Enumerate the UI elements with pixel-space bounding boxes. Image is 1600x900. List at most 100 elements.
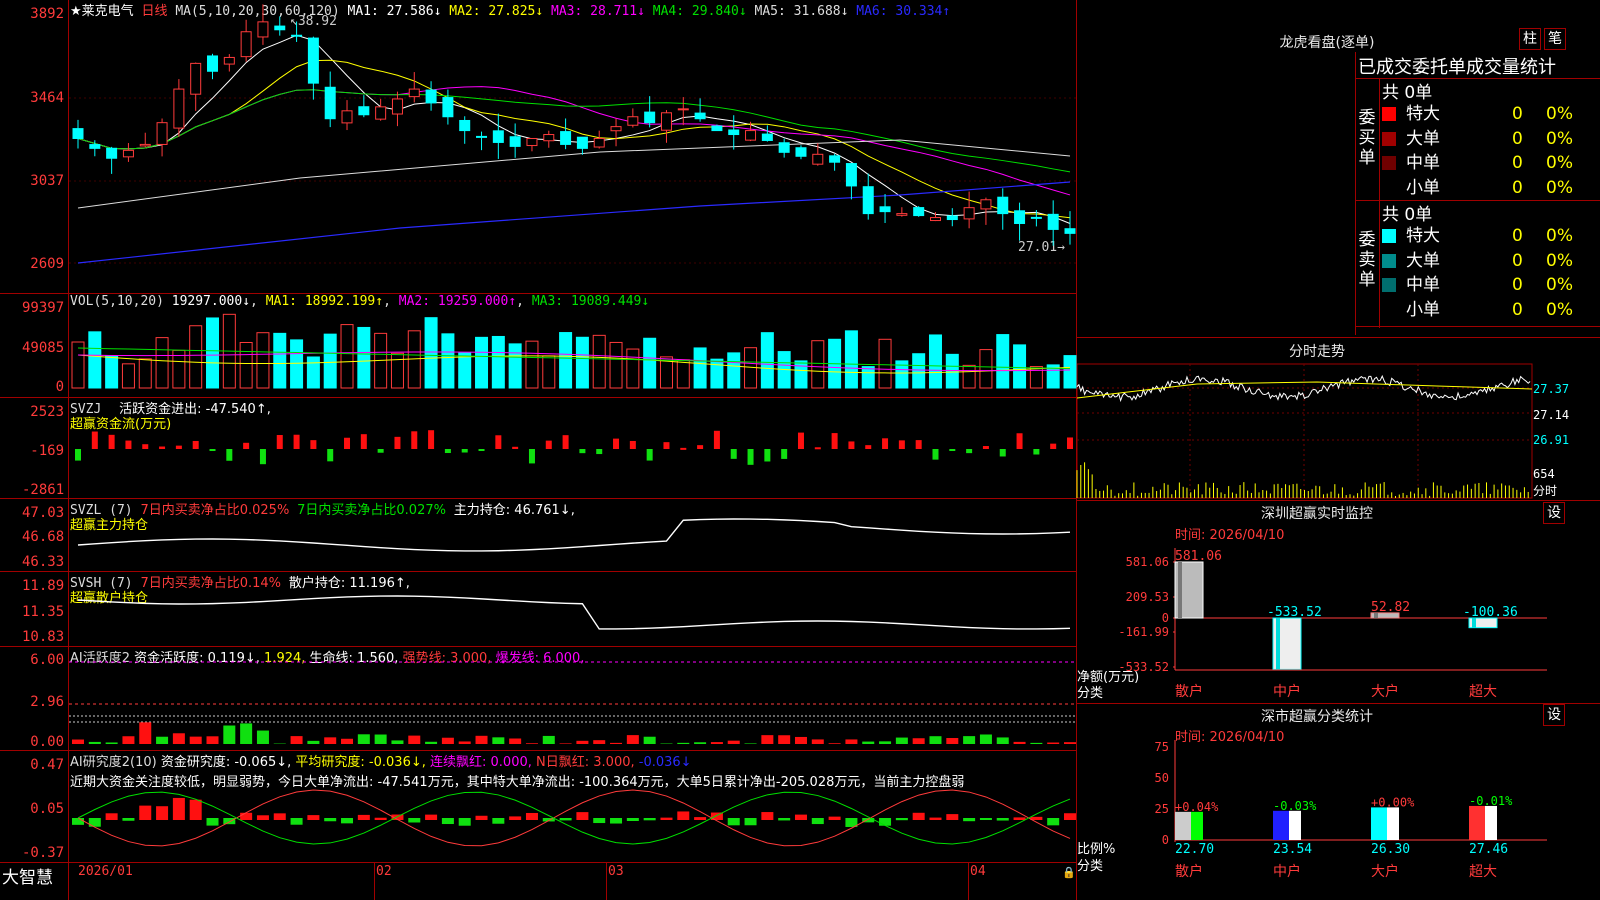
research-bar — [256, 815, 269, 820]
volume-bar — [559, 332, 573, 389]
research-bar — [324, 818, 337, 822]
research-bar — [290, 818, 303, 825]
flow-bar — [848, 441, 855, 449]
monitor-cat-label: 中户 — [1273, 683, 1301, 700]
research-bar — [593, 818, 606, 824]
activity-bar — [307, 740, 320, 744]
ma-line — [77, 139, 1071, 209]
research-bar — [761, 812, 774, 820]
flow-bar — [613, 438, 620, 449]
volume-bar — [340, 324, 354, 389]
volume-bar — [239, 341, 253, 389]
volume-bar — [693, 347, 707, 389]
class-value-label: 23.54 — [1273, 842, 1312, 857]
activity-bar — [441, 737, 454, 744]
monitor-bar-label: -100.36 — [1463, 605, 1518, 620]
class-bar — [1175, 811, 1191, 840]
volume-bar — [979, 349, 993, 389]
volume-bar — [121, 363, 135, 389]
candle-body — [257, 21, 269, 38]
research-bar — [206, 818, 219, 826]
flow-bar — [730, 449, 737, 459]
research-bar — [912, 812, 925, 820]
candle-body — [660, 112, 672, 131]
candle-body — [913, 207, 925, 217]
monitor-axis-label: 209.53 — [1126, 590, 1169, 604]
research-bar — [1064, 813, 1076, 820]
candle-body — [963, 207, 975, 220]
volume-bar — [626, 348, 640, 389]
candle-body — [593, 137, 605, 148]
volume-bar — [88, 331, 102, 389]
flow-bar — [1067, 437, 1073, 449]
candle-body — [274, 25, 286, 31]
flow-bar — [411, 431, 418, 449]
activity-bar — [206, 736, 219, 744]
research-bar — [811, 818, 824, 825]
research-bar — [122, 818, 135, 821]
activity-bar — [105, 742, 118, 744]
activity-bar — [912, 738, 925, 744]
research-bar — [374, 817, 387, 820]
candle-body — [207, 55, 219, 72]
activity-bar — [475, 735, 488, 744]
activity-bar — [710, 742, 723, 744]
candle-body — [644, 111, 656, 124]
research-bar — [727, 818, 740, 826]
research-bar — [172, 797, 185, 820]
candle-body — [896, 213, 908, 216]
volume-bar — [508, 343, 522, 389]
candle-body — [677, 108, 689, 111]
flow-bar — [528, 449, 535, 464]
research-bar — [963, 818, 976, 822]
volume-bar — [189, 325, 203, 389]
candle-body — [812, 153, 824, 165]
candle-body — [459, 119, 471, 132]
class-value-label: 26.30 — [1371, 842, 1410, 857]
class-bar-part — [1485, 805, 1497, 840]
class-bar-part — [1289, 810, 1301, 840]
candle-body — [89, 144, 101, 149]
class-change-label: -0.01% — [1469, 794, 1513, 808]
volume-bar — [71, 341, 85, 389]
activity-bar — [1064, 742, 1076, 744]
activity-bar — [727, 740, 740, 744]
activity-bar — [828, 743, 841, 744]
candle-body — [576, 136, 588, 149]
volume-bar — [323, 333, 337, 389]
research-bar — [559, 818, 572, 821]
research-bar — [828, 816, 841, 820]
activity-bar — [794, 736, 807, 744]
activity-bar — [694, 742, 707, 744]
holding-line — [77, 518, 1071, 552]
class-axis-label: 0 — [1162, 833, 1169, 847]
flow-bar — [226, 449, 233, 461]
class-change-label: +0.04% — [1175, 800, 1219, 814]
flow-bar — [915, 440, 922, 449]
flow-bar — [327, 449, 334, 462]
flow-bar — [259, 449, 266, 465]
volume-bar — [441, 333, 455, 389]
research-bar — [441, 818, 454, 825]
class-bar — [1371, 807, 1387, 840]
candle-body — [190, 62, 202, 95]
volume-bar — [273, 332, 287, 389]
research-bar — [189, 799, 202, 820]
activity-bar — [408, 735, 421, 744]
research-bar — [156, 806, 169, 820]
main-chart-area[interactable]: 3892 3464 3037 2609 99397 49085 0 2523 -… — [0, 0, 1077, 900]
activity-bar — [643, 736, 656, 744]
activity-bar — [1013, 741, 1026, 744]
research-bar — [643, 818, 656, 821]
flow-bar — [394, 436, 401, 449]
candle-body — [946, 215, 958, 221]
candle-body — [509, 136, 521, 147]
activity-bar — [290, 736, 303, 744]
volume-bar — [491, 335, 505, 389]
candle-body — [442, 97, 454, 118]
activity-bar — [626, 735, 639, 744]
candle-body — [391, 98, 403, 115]
monitor-bar-label: 581.06 — [1175, 549, 1222, 564]
candle-body — [341, 110, 353, 124]
flow-bar — [596, 449, 603, 455]
